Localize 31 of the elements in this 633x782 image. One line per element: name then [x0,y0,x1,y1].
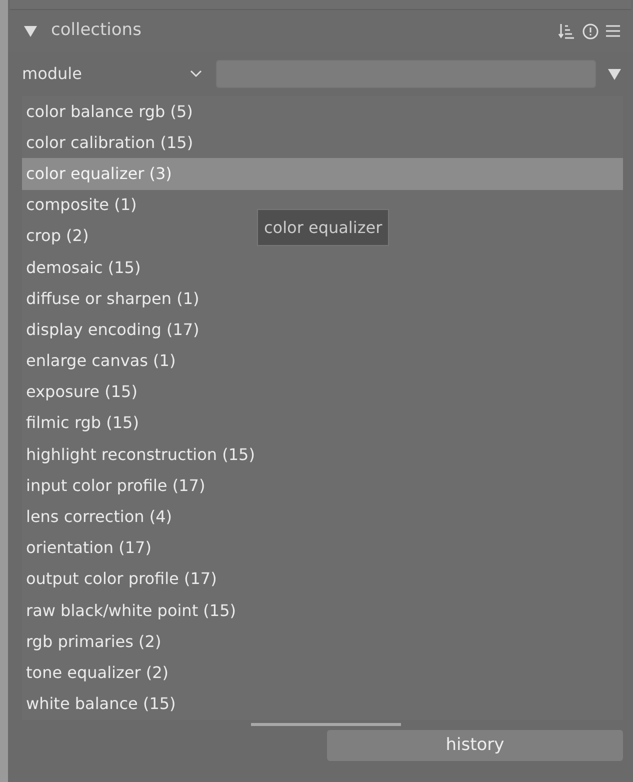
list-item[interactable]: diffuse or sharpen (1) [22,283,204,314]
menu-icon[interactable] [605,23,621,39]
list-item[interactable]: composite (1) [22,190,141,221]
list-item[interactable]: color balance rgb (5) [22,96,197,128]
list-item[interactable]: white balance (15) [22,688,180,720]
property-dropdown[interactable]: module [22,62,208,86]
list-item[interactable]: display encoding (17) [22,314,204,346]
list-item[interactable]: orientation (17) [22,532,156,564]
list-item[interactable]: highlight reconstruction (15) [22,439,259,470]
collapse-triangle-icon[interactable] [24,25,37,37]
list-item[interactable]: lens correction (4) [22,501,176,533]
chevron-down-icon [190,70,202,78]
sort-icon[interactable] [558,22,576,40]
list-item[interactable]: raw black/white point (15) [22,595,240,626]
section-title: collections [51,19,142,42]
list-item[interactable]: exposure (15) [22,376,142,408]
resize-handle[interactable] [250,723,400,726]
list-item[interactable]: color calibration (15) [22,127,198,158]
list-item[interactable]: crop (2) [22,220,93,252]
list-item[interactable]: filmic rgb (15) [22,408,143,440]
list-item[interactable]: tone equalizer (2) [22,657,173,689]
list-item[interactable]: demosaic (15) [22,252,145,284]
info-icon[interactable] [582,22,599,40]
history-button[interactable]: history [327,730,623,761]
tooltip: color equalizer [257,209,390,246]
list-item[interactable]: enlarge canvas (1) [22,346,180,377]
list-item[interactable]: input color profile (17) [22,470,210,502]
list-item[interactable]: rgb primaries (2) [22,626,166,658]
list-item[interactable]: color equalizer (3) [22,158,623,190]
list-item[interactable]: output color profile (17) [22,564,221,595]
dropdown-triangle-icon[interactable] [608,68,621,80]
